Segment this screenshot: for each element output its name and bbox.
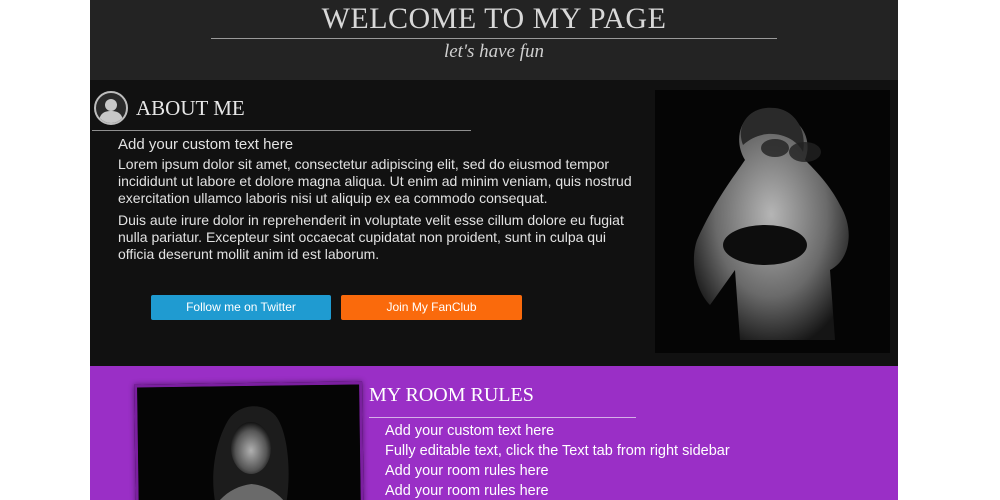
about-heading: ABOUT ME: [136, 96, 245, 120]
rules-heading: MY ROOM RULES: [369, 384, 534, 406]
rules-divider: [369, 417, 636, 418]
about-text: Add your custom text here Lorem ipsum do…: [118, 136, 638, 268]
room-rules-section: MY ROOM RULES Add your custom text here …: [90, 366, 898, 500]
profile-photo: [655, 90, 890, 353]
page-header: WELCOME TO MY PAGE let's have fun: [90, 0, 898, 80]
about-paragraph: Lorem ipsum dolor sit amet, consectetur …: [118, 156, 632, 206]
rule-item: Fully editable text, click the Text tab …: [385, 443, 730, 459]
about-section: ABOUT ME Add your custom text here Lorem…: [90, 80, 898, 366]
rule-item: Add your room rules here: [385, 483, 549, 499]
rule-item: Add your room rules here: [385, 463, 549, 479]
about-lead: Add your custom text here: [118, 136, 294, 153]
title-divider: [211, 38, 777, 39]
about-divider: [92, 130, 471, 131]
page-subtitle: let's have fun: [443, 41, 545, 62]
join-fanclub-button[interactable]: Join My FanClub: [341, 295, 522, 320]
rules-list: Add your custom text here Fully editable…: [385, 421, 730, 500]
rule-item: Add your custom text here: [385, 423, 555, 439]
about-paragraph: Duis aute irure dolor in reprehenderit i…: [118, 212, 624, 262]
follow-twitter-button[interactable]: Follow me on Twitter: [151, 295, 331, 320]
rules-photo: [134, 381, 364, 500]
user-silhouette-icon: [94, 91, 128, 125]
page-title: WELCOME TO MY PAGE: [321, 2, 667, 35]
profile-page: WELCOME TO MY PAGE let's have fun ABOUT …: [90, 0, 898, 500]
